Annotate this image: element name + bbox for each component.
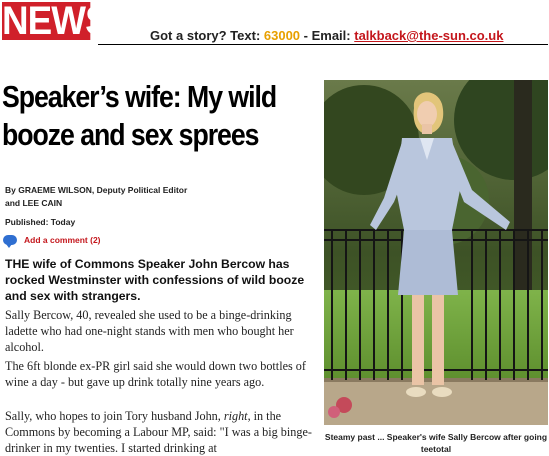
email-link[interactable]: talkback@the-sun.co.uk: [354, 28, 503, 43]
speech-bubble-icon: [3, 235, 17, 248]
email-prefix: - Email:: [300, 28, 355, 43]
tagline-prefix: Got a story? Text:: [150, 28, 264, 43]
para3-emphasis: right: [223, 409, 248, 423]
article-lede: THE wife of Commons Speaker John Bercow …: [5, 257, 305, 303]
article-photo[interactable]: [324, 80, 548, 425]
contact-tagline: Got a story? Text: 63000 - Email: talkba…: [150, 28, 503, 43]
add-comment-label[interactable]: Add a comment (2): [24, 235, 101, 245]
news-logo[interactable]: NEWS: [2, 1, 110, 41]
article-paragraph-1: Sally Bercow, 40, revealed she used to b…: [5, 308, 294, 354]
article-headline: Speaker’s wife: My wild booze and sex sp…: [2, 78, 316, 154]
headline-line-2: booze and sex sprees: [2, 117, 259, 152]
photo-caption: Steamy past ... Speaker's wife Sally Ber…: [324, 432, 548, 454]
byline: By GRAEME WILSON, Deputy Political Edito…: [5, 184, 187, 210]
article-paragraph-3: Sally, who hopes to join Tory husband Jo…: [5, 408, 317, 456]
add-comment-link[interactable]: Add a comment (2): [3, 235, 101, 248]
para3-text-a: Sally, who hopes to join Tory husband Jo…: [5, 409, 224, 423]
byline-line-1: By GRAEME WILSON, Deputy Political Edito…: [5, 185, 188, 195]
text-number: 63000: [263, 28, 301, 43]
article-paragraph-2: The 6ft blonde ex-PR girl said she would…: [5, 359, 306, 389]
published-date: Published: Today: [5, 217, 76, 227]
headline-line-1: Speaker’s wife: My wild: [2, 79, 277, 114]
byline-line-2: and LEE CAIN: [5, 198, 63, 208]
